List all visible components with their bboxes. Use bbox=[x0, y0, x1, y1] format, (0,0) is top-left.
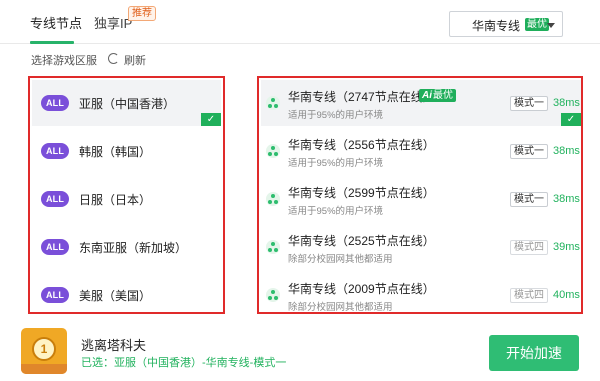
node-item[interactable]: 华南专线（2009节点在线） 除部分校园网其他都适用 模式四 40ms bbox=[261, 272, 581, 318]
node-subtitle: 适用于95%的用户环境 bbox=[288, 110, 384, 121]
game-icon: 1 bbox=[21, 328, 67, 374]
all-badge: ALL bbox=[41, 239, 69, 255]
node-subtitle: 除部分校园网其他都适用 bbox=[288, 302, 393, 313]
game-title: 逃离塔科夫 bbox=[81, 338, 147, 353]
node-subtitle: 除部分校园网其他都适用 bbox=[288, 254, 393, 265]
node-network-icon bbox=[266, 288, 280, 302]
node-subtitle: 适用于95%的用户环境 bbox=[288, 158, 384, 169]
server-item[interactable]: ALL 日服（日本） bbox=[32, 176, 221, 222]
node-title: 华南专线（2747节点在线） bbox=[288, 90, 435, 104]
server-item[interactable]: ALL 亚服（中国香港） ✓ bbox=[32, 80, 221, 126]
server-name: 日服（日本） bbox=[79, 193, 152, 207]
mode-button[interactable]: 模式四 bbox=[510, 240, 548, 255]
node-subtitle: 适用于95%的用户环境 bbox=[288, 206, 384, 217]
tab-bar: 专线节点 独享IP 推荐 华南专线 最优 bbox=[0, 0, 600, 44]
latency-value: 39ms bbox=[553, 241, 580, 253]
ai-badge-label: Ai bbox=[422, 90, 432, 101]
server-name: 美服（美国） bbox=[79, 289, 152, 303]
region-dropdown[interactable]: 华南专线 最优 bbox=[449, 11, 563, 37]
server-list: ALL 亚服（中国香港） ✓ ALL 韩服（韩国） ALL 日服（日本） ALL… bbox=[28, 76, 225, 314]
server-name: 东南亚服（新加坡） bbox=[79, 241, 188, 255]
all-badge: ALL bbox=[41, 287, 69, 303]
selected-info: 已选：亚服（中国香港）-华南专线-模式一 bbox=[81, 357, 287, 369]
region-dropdown-label: 华南专线 bbox=[472, 19, 521, 33]
node-item[interactable]: 华南专线（2599节点在线） 适用于95%的用户环境 模式一 38ms bbox=[261, 176, 581, 222]
latency-value: 38ms bbox=[553, 193, 580, 205]
select-server-label: 选择游戏区服 bbox=[31, 55, 97, 67]
latency-value: 38ms bbox=[553, 145, 580, 157]
all-badge: ALL bbox=[41, 191, 69, 207]
node-network-icon bbox=[266, 240, 280, 254]
node-title: 华南专线（2525节点在线） bbox=[288, 234, 435, 248]
node-list: 华南专线（2747节点在线） Ai最优 适用于95%的用户环境 模式一 38ms… bbox=[257, 76, 583, 314]
game-icon-stripe bbox=[21, 364, 67, 374]
server-item[interactable]: ALL 东南亚服（新加坡） bbox=[32, 224, 221, 270]
server-name: 亚服（中国香港） bbox=[79, 97, 176, 111]
caret-down-icon bbox=[547, 23, 555, 28]
check-icon: ✓ bbox=[561, 113, 581, 126]
refresh-label: 刷新 bbox=[124, 55, 146, 67]
start-accelerate-button[interactable]: 开始加速 bbox=[489, 335, 579, 371]
recommend-badge: 推荐 bbox=[128, 6, 156, 21]
tab-dedicated-nodes[interactable]: 专线节点 bbox=[30, 13, 82, 32]
ai-badge-text: 最优 bbox=[433, 90, 453, 101]
refresh-icon bbox=[108, 53, 119, 64]
check-icon: ✓ bbox=[201, 113, 221, 126]
node-network-icon bbox=[266, 144, 280, 158]
server-item[interactable]: ALL 美服（美国） bbox=[32, 272, 221, 318]
mode-button[interactable]: 模式四 bbox=[510, 288, 548, 303]
node-network-icon bbox=[266, 96, 280, 110]
latency-value: 40ms bbox=[553, 289, 580, 301]
all-badge: ALL bbox=[41, 143, 69, 159]
active-tab-indicator bbox=[30, 41, 74, 44]
all-badge: ALL bbox=[41, 95, 69, 111]
ai-best-badge: Ai最优 bbox=[419, 89, 456, 102]
latency-value: 38ms bbox=[553, 97, 580, 109]
coin-icon: 1 bbox=[32, 337, 56, 361]
node-network-icon bbox=[266, 192, 280, 206]
mode-button[interactable]: 模式一 bbox=[510, 192, 548, 207]
node-title: 华南专线（2556节点在线） bbox=[288, 138, 435, 152]
footer-bar: 1 逃离塔科夫 已选：亚服（中国香港）-华南专线-模式一 开始加速 bbox=[0, 320, 600, 381]
server-name: 韩服（韩国） bbox=[79, 145, 152, 159]
node-title: 华南专线（2009节点在线） bbox=[288, 282, 435, 296]
node-title: 华南专线（2599节点在线） bbox=[288, 186, 435, 200]
node-item[interactable]: 华南专线（2556节点在线） 适用于95%的用户环境 模式一 38ms bbox=[261, 128, 581, 174]
mode-button[interactable]: 模式一 bbox=[510, 96, 548, 111]
mode-button[interactable]: 模式一 bbox=[510, 144, 548, 159]
server-item[interactable]: ALL 韩服（韩国） bbox=[32, 128, 221, 174]
tab-exclusive-ip[interactable]: 独享IP bbox=[94, 13, 132, 32]
node-item[interactable]: 华南专线（2525节点在线） 除部分校园网其他都适用 模式四 39ms bbox=[261, 224, 581, 270]
best-badge: 最优 bbox=[525, 18, 549, 31]
node-item[interactable]: 华南专线（2747节点在线） Ai最优 适用于95%的用户环境 模式一 38ms… bbox=[261, 80, 581, 126]
